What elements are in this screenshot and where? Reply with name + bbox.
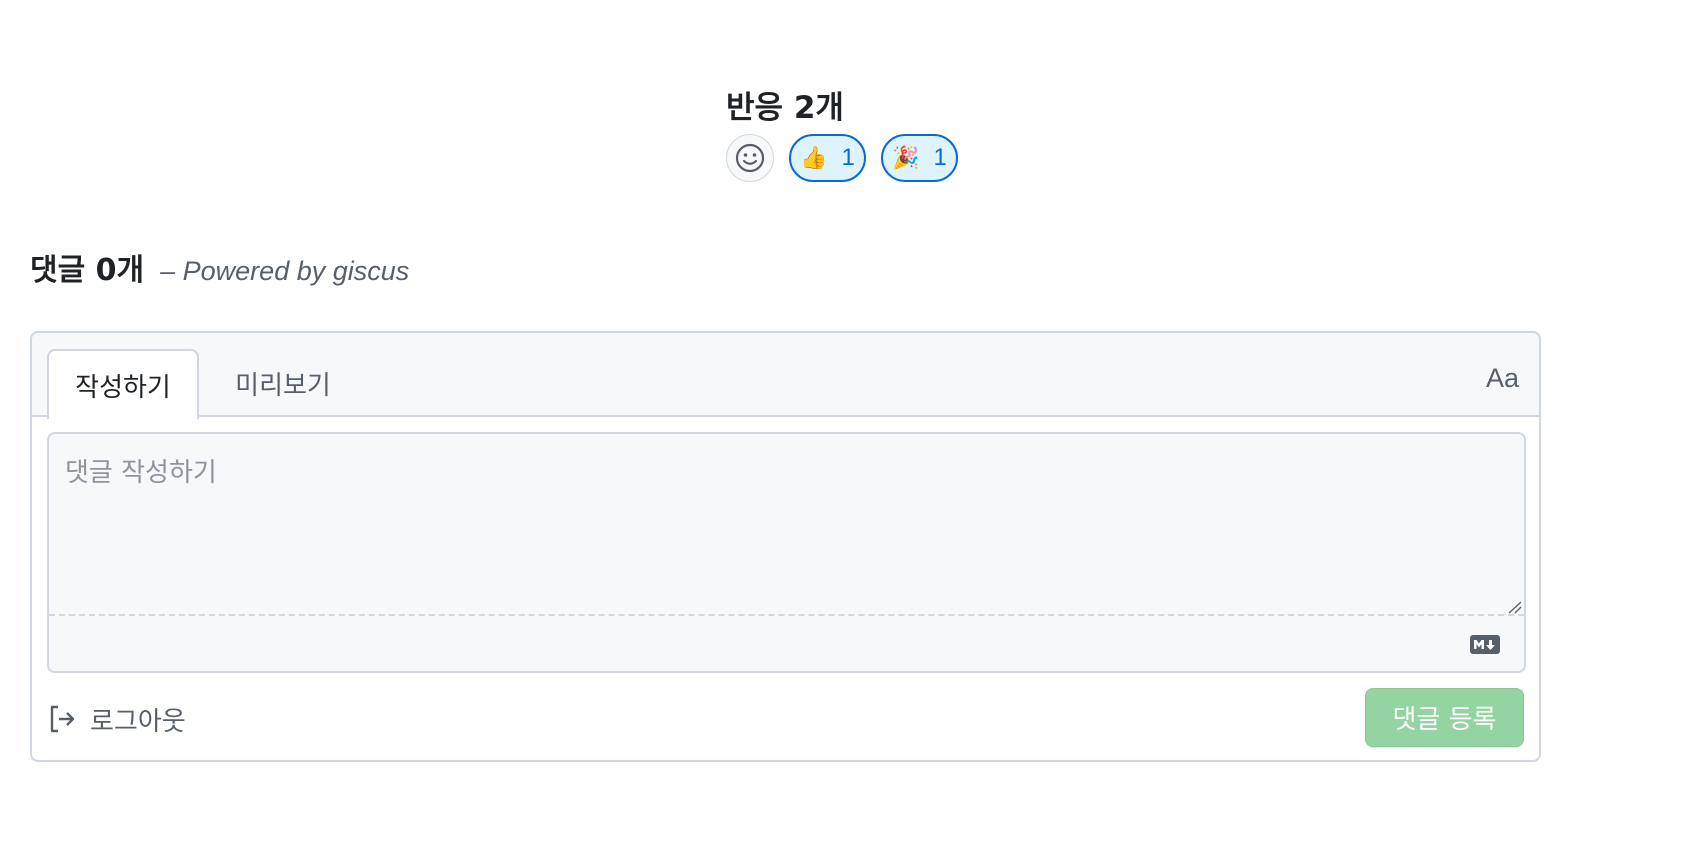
editor-tabs: 작성하기 미리보기 Aa [32,333,1539,419]
logout-button[interactable]: 로그아웃 [48,701,186,737]
tab-preview[interactable]: 미리보기 [218,349,348,417]
party-popper-icon: 🎉 [892,145,920,170]
markdown-icon [1470,635,1500,654]
font-toggle-button[interactable]: Aa [1486,363,1519,394]
reaction-party-button[interactable]: 🎉 1 [881,134,958,182]
resize-grip-icon[interactable] [1506,600,1522,614]
reactions-title: 반응 2개 [726,90,844,126]
reaction-count: 1 [933,144,947,171]
comments-count: 댓글 0개 [30,253,145,288]
powered-by-link[interactable]: – Powered by giscus [160,256,409,287]
reaction-row: 👍 1 🎉 1 [726,134,958,182]
reaction-thumbs-up-button[interactable]: 👍 1 [789,134,866,182]
comments-header: 댓글 0개 – Powered by giscus [30,245,409,289]
logout-label: 로그아웃 [90,706,186,737]
thumbs-up-icon: 👍 [800,145,828,170]
comment-editor: 작성하기 미리보기 Aa 로그아웃 댓글 등록 [30,331,1541,762]
add-reaction-button[interactable] [726,134,774,182]
giscus-widget: 반응 2개 👍 1 🎉 1 댓글 0개 – Powered by giscus … [0,0,1696,852]
sign-out-icon [50,705,75,733]
reaction-count: 1 [841,144,855,171]
tab-write[interactable]: 작성하기 [47,349,199,419]
smiley-icon [735,143,765,173]
comment-input-wrap [47,432,1526,673]
comment-input[interactable] [49,434,1524,616]
submit-comment-button[interactable]: 댓글 등록 [1365,688,1524,747]
